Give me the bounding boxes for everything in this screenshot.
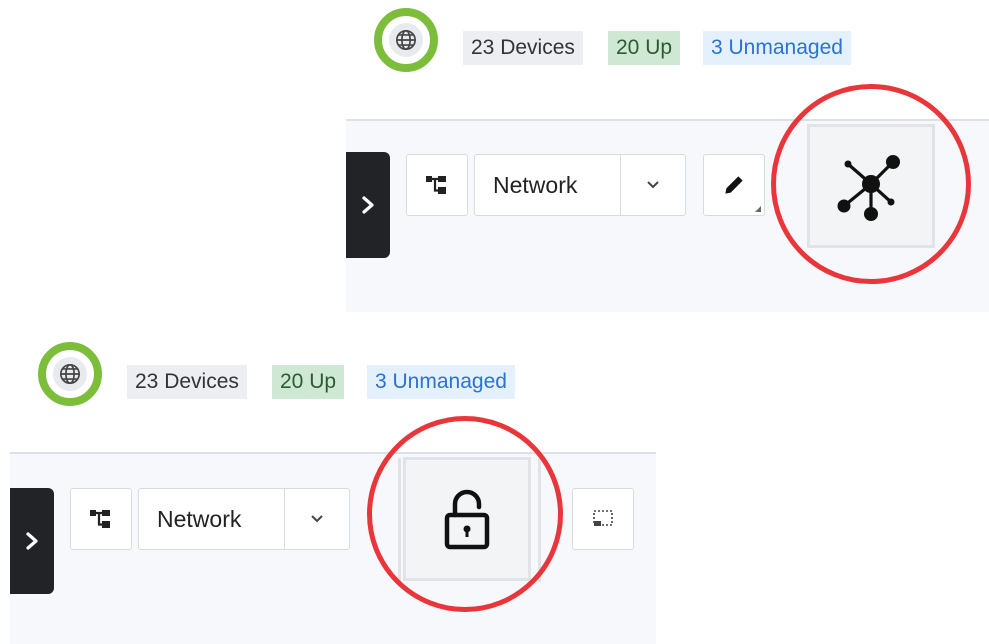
lock-toggle-button[interactable] [403, 457, 531, 581]
up-count-badge[interactable]: 20 Up [608, 31, 681, 65]
pencil-icon [725, 176, 743, 194]
chevron-down-icon [620, 155, 685, 215]
map-toolbar-area: Network [10, 452, 656, 644]
chevron-right-icon [26, 532, 38, 550]
selection-tool-button[interactable] [572, 488, 634, 550]
up-count-badge[interactable]: 20 Up [272, 365, 345, 399]
toolbar-divider [398, 458, 401, 582]
top-screenshot-panel: 23 Devices 20 Up 3 Unmanaged Network [346, 0, 989, 312]
network-topology-button[interactable] [807, 124, 935, 248]
sidebar-toggle-button[interactable] [346, 152, 390, 258]
submenu-corner-indicator [755, 206, 761, 212]
devices-count-badge[interactable]: 23 Devices [463, 31, 583, 65]
unmanaged-count-badge[interactable]: 3 Unmanaged [703, 31, 851, 65]
view-select-dropdown[interactable]: Network [474, 154, 686, 216]
toolbar-divider [538, 458, 541, 582]
devices-count-badge[interactable]: 23 Devices [127, 365, 247, 399]
device-status-bar: 23 Devices 20 Up 3 Unmanaged [10, 365, 610, 399]
tree-hierarchy-icon [426, 176, 446, 194]
chevron-right-icon [362, 196, 374, 214]
device-status-bar: 23 Devices 20 Up 3 Unmanaged [346, 31, 946, 65]
selection-box-icon [593, 510, 613, 526]
view-select-dropdown[interactable]: Network [138, 488, 350, 550]
bottom-screenshot-panel: 23 Devices 20 Up 3 Unmanaged Network [10, 334, 656, 644]
tree-hierarchy-icon [90, 510, 110, 528]
edit-map-button[interactable] [703, 154, 765, 216]
view-select-value: Network [493, 171, 578, 198]
unmanaged-count-badge[interactable]: 3 Unmanaged [367, 365, 515, 399]
view-select-value: Network [157, 505, 242, 532]
sidebar-toggle-button[interactable] [10, 488, 54, 594]
network-topology-icon [837, 155, 900, 221]
map-toolbar-area: Network [346, 119, 989, 312]
tree-view-button[interactable] [406, 154, 468, 216]
tree-view-button[interactable] [70, 488, 132, 550]
chevron-down-icon [284, 489, 349, 549]
unlock-icon [444, 489, 490, 550]
